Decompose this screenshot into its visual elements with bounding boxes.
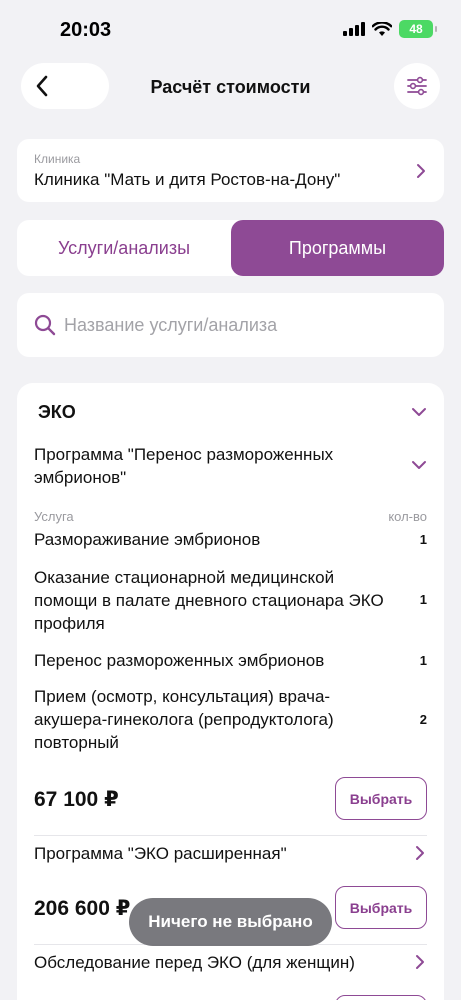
select-button[interactable]: Выбрать — [335, 886, 427, 929]
tab-programs[interactable]: Программы — [231, 220, 444, 276]
program-title[interactable]: Обследование перед ЭКО (для женщин) — [34, 951, 374, 974]
program-price: 67 100 ₽ — [34, 788, 119, 811]
tab-services[interactable]: Услуги/анализы — [17, 220, 231, 276]
section-title: ЭКО — [38, 402, 76, 422]
status-time: 20:03 — [60, 19, 112, 41]
program-title[interactable]: Программа "ЭКО расширенная" — [34, 842, 374, 865]
wifi-icon — [372, 21, 392, 36]
battery-level: 48 — [409, 22, 423, 36]
select-button-partial[interactable] — [335, 995, 427, 1000]
status-bar: 20:03 48 — [0, 0, 461, 60]
status-icons: 48 — [343, 20, 437, 38]
toast-message: Ничего не выбрано — [129, 898, 332, 946]
service-row-qty: 1 — [419, 592, 427, 607]
service-row-name: Перенос размороженных эмбрионов — [34, 651, 325, 670]
service-row-qty: 2 — [419, 712, 427, 727]
chevron-right-icon — [417, 164, 425, 178]
divider — [34, 835, 427, 836]
clinic-label: Клиника — [34, 152, 81, 166]
program-price: 206 600 ₽ — [34, 897, 131, 920]
chevron-right-icon[interactable] — [415, 954, 425, 970]
service-row-name: Прием (осмотр, консультация) врача-акуше… — [34, 687, 334, 752]
service-row-qty: 1 — [419, 653, 427, 668]
program-title[interactable]: Программа "Перенос размороженных эмбрион… — [34, 443, 374, 489]
chevron-right-icon[interactable] — [415, 845, 425, 861]
chevron-down-icon[interactable] — [411, 407, 427, 417]
clinic-value: Клиника "Мать и дитя Ростов-на-Дону" — [34, 170, 341, 189]
clinic-selector[interactable]: Клиника Клиника "Мать и дитя Ростов-на-Д… — [17, 139, 444, 202]
column-header-service: Услуга — [34, 509, 74, 524]
cellular-signal-icon — [343, 22, 365, 36]
sliders-icon — [407, 76, 427, 96]
select-button[interactable]: Выбрать — [335, 777, 427, 820]
filter-button[interactable] — [394, 63, 440, 109]
service-row-qty: 1 — [419, 532, 427, 547]
chevron-down-icon[interactable] — [411, 460, 427, 470]
page-title: Расчёт стоимости — [150, 77, 311, 97]
service-row-name: Размораживание эмбрионов — [34, 530, 261, 549]
search-box — [17, 293, 444, 357]
search-icon — [34, 314, 56, 336]
search-input[interactable] — [64, 311, 424, 339]
service-row-name: Оказание стационарной медицинской помощи… — [34, 568, 384, 633]
segmented-tabs: Услуги/анализы Программы — [17, 220, 444, 276]
battery-icon: 48 — [399, 20, 437, 38]
column-header-qty: кол-во — [388, 509, 427, 524]
